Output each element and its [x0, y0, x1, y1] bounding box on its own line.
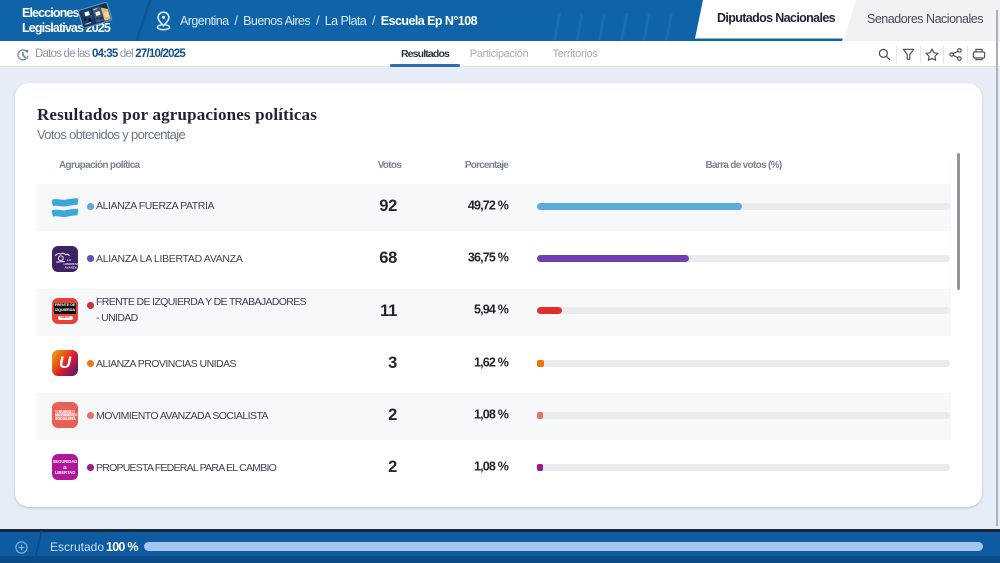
svg-text:AVANZA: AVANZA	[65, 265, 78, 269]
